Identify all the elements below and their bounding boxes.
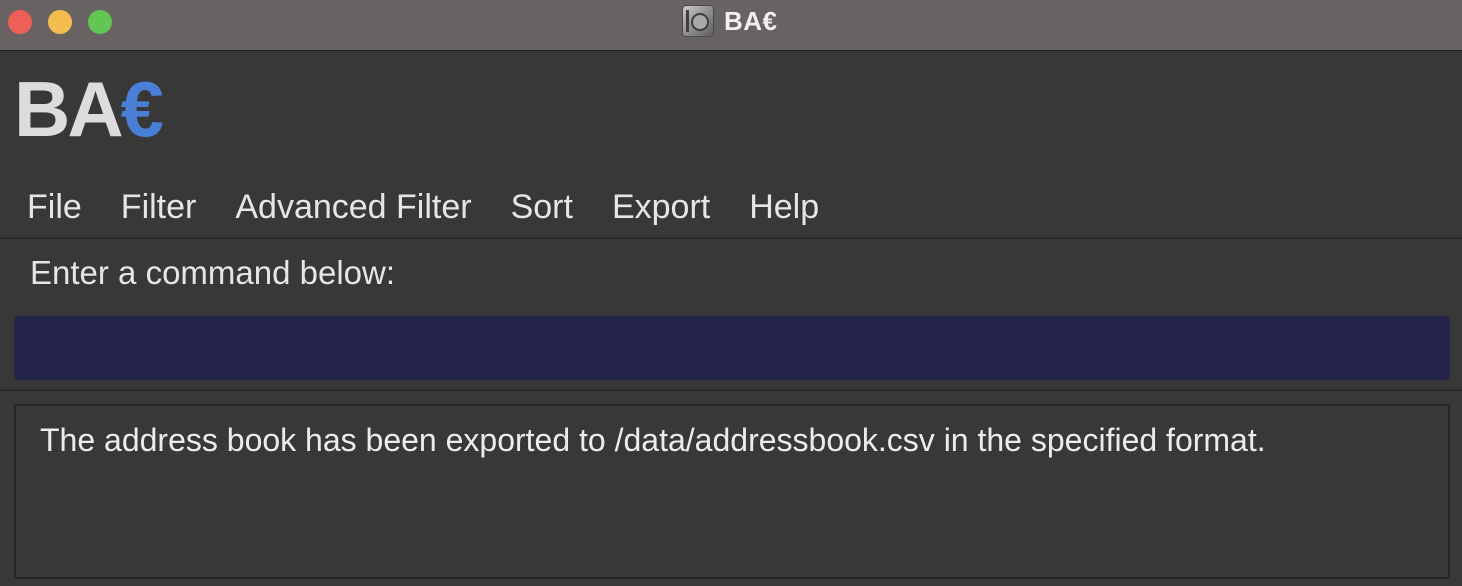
- result-message: The address book has been exported to /d…: [40, 422, 1266, 458]
- menu-help[interactable]: Help: [749, 188, 819, 227]
- result-display[interactable]: The address book has been exported to /d…: [14, 404, 1450, 579]
- menu-filter[interactable]: Filter: [121, 188, 197, 227]
- window-title: BA€: [724, 5, 778, 36]
- command-input[interactable]: [14, 316, 1450, 380]
- vault-icon: [682, 5, 714, 37]
- divider: [0, 237, 1462, 239]
- maximize-window-button[interactable]: [88, 10, 112, 34]
- window-title-group: BA€: [682, 4, 778, 38]
- menu-sort[interactable]: Sort: [511, 188, 573, 227]
- app-window: BA€ BA€ File Filter Advanced Filter Sort…: [0, 0, 1462, 586]
- title-bar[interactable]: BA€: [0, 0, 1462, 51]
- divider: [0, 389, 1462, 391]
- close-window-button[interactable]: [8, 10, 32, 34]
- menu-export[interactable]: Export: [612, 188, 710, 227]
- logo-text: BA: [14, 65, 124, 153]
- command-prompt-label: Enter a command below:: [30, 254, 396, 291]
- menu-file[interactable]: File: [27, 188, 82, 227]
- menu-bar: File Filter Advanced Filter Sort Export …: [0, 178, 1462, 236]
- minimize-window-button[interactable]: [48, 10, 72, 34]
- logo-euro-accent: €: [120, 65, 164, 153]
- menu-advanced-filter[interactable]: Advanced Filter: [235, 188, 471, 227]
- app-logo: BA€: [14, 70, 164, 148]
